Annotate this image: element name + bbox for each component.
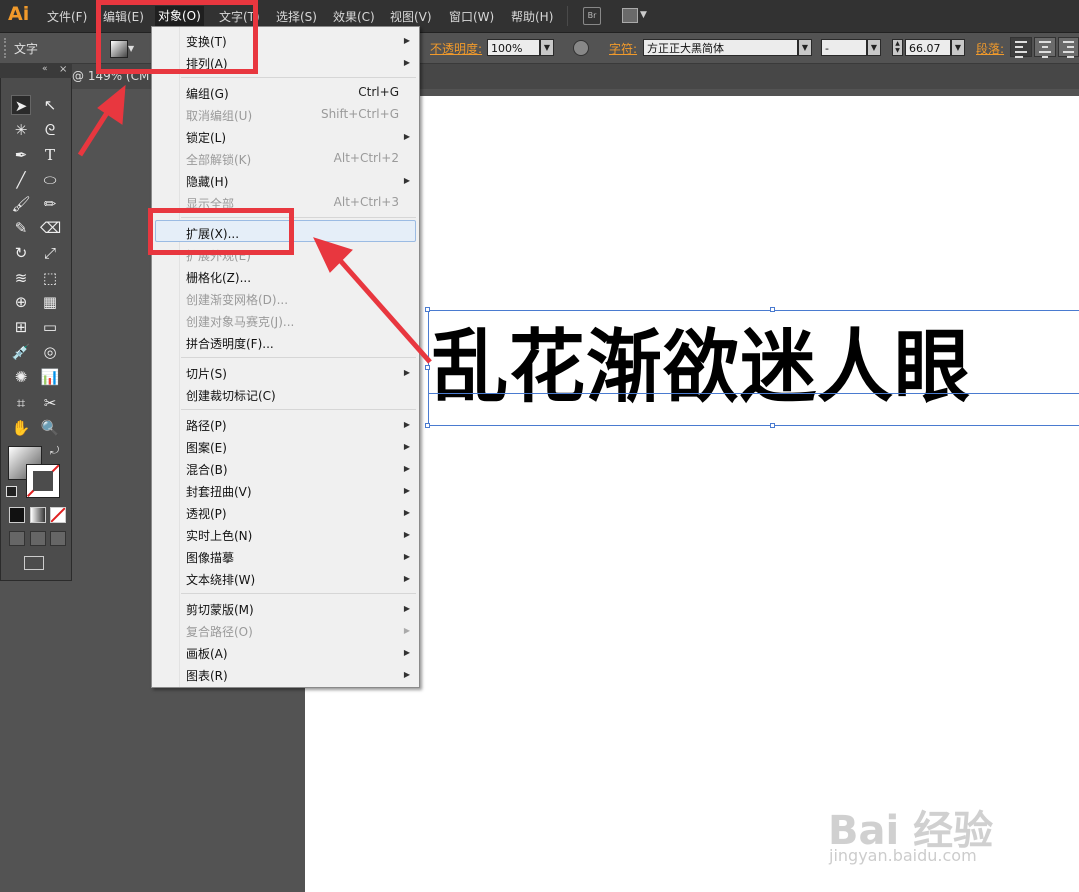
arrow-to-menu-icon — [77, 84, 126, 157]
annotation-arrows — [77, 84, 432, 364]
watermark-url: jingyan.baidu.com — [829, 846, 977, 865]
arrow-to-expand-icon — [313, 237, 432, 364]
